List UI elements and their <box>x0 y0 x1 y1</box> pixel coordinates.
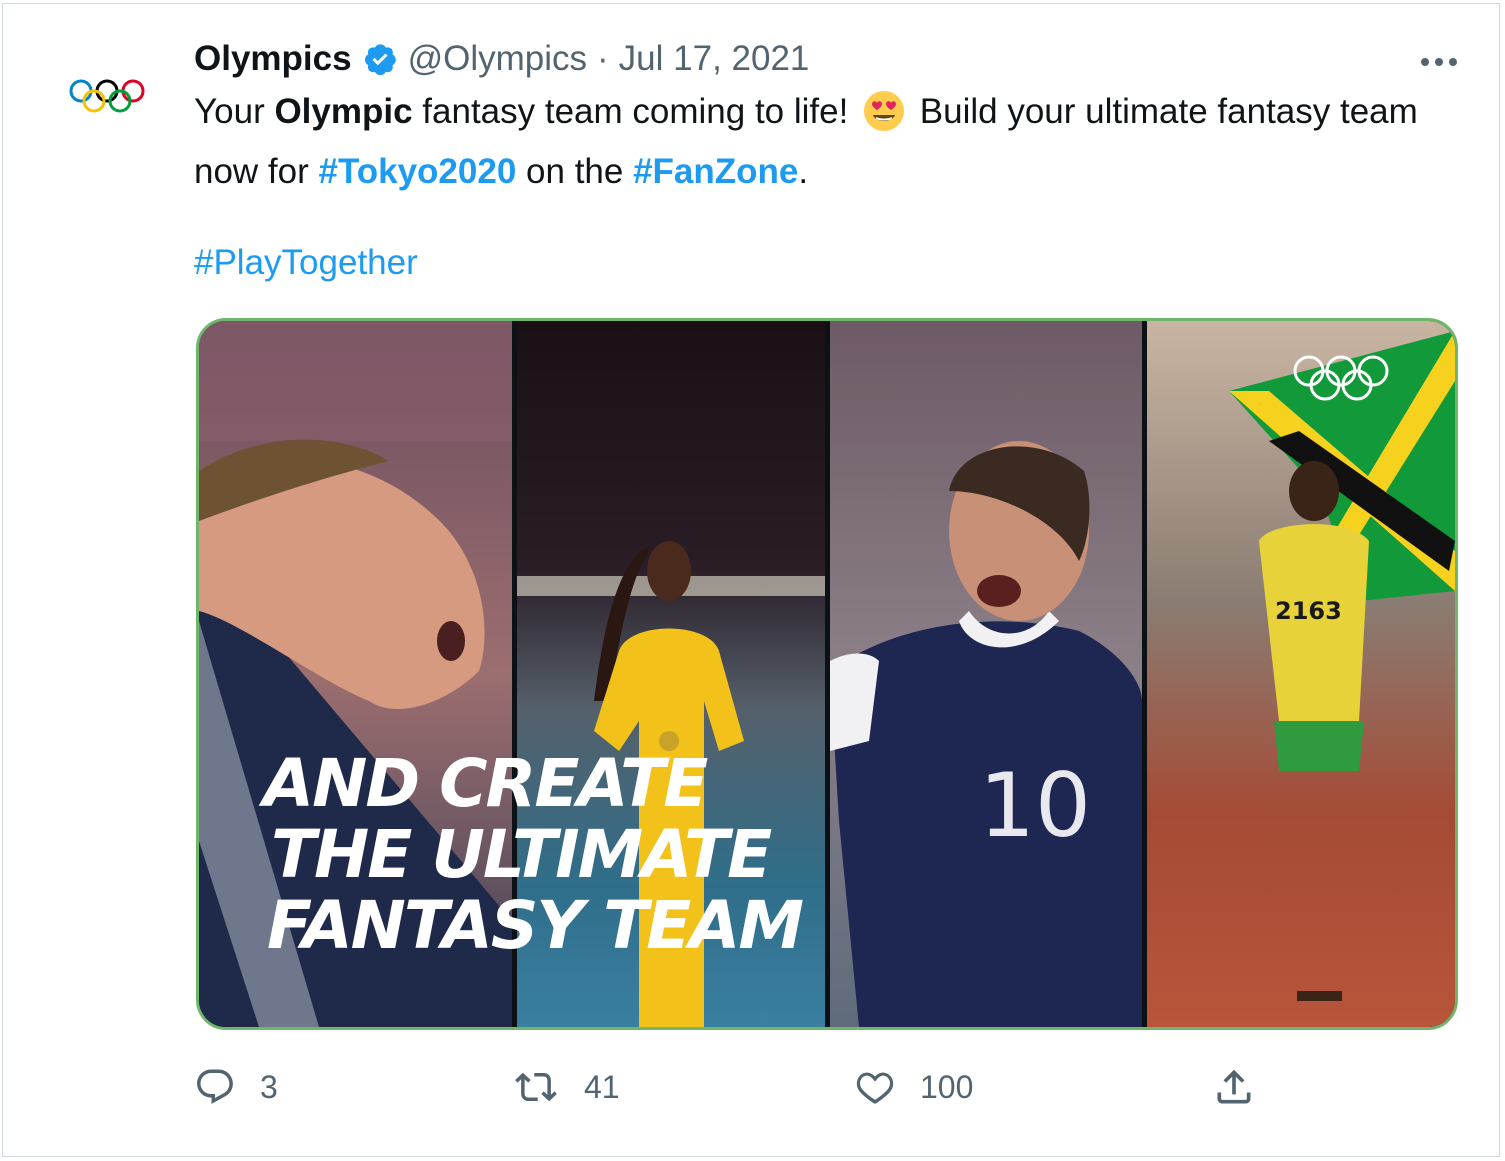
verified-badge-icon <box>362 41 398 77</box>
reply-count: 3 <box>260 1068 278 1105</box>
author-name[interactable]: Olympics <box>194 39 352 79</box>
author-handle[interactable]: @Olympics <box>408 39 587 79</box>
heart-eyes-emoji <box>862 89 906 147</box>
reply-button[interactable]: 3 <box>194 1060 278 1114</box>
more-icon[interactable] <box>1415 44 1463 80</box>
retweet-button[interactable]: 41 <box>512 1060 620 1114</box>
tweet-header: Olympics @Olympics · Jul 17, 2021 <box>194 35 809 83</box>
retweet-count: 41 <box>584 1068 620 1105</box>
olympic-rings-icon <box>69 79 145 113</box>
reply-icon <box>197 1069 233 1104</box>
tweet-text-bold: Olympic <box>274 92 413 131</box>
tweet-card: Olympics @Olympics · Jul 17, 2021 Your O… <box>2 3 1500 1157</box>
tweet-date[interactable]: Jul 17, 2021 <box>619 39 810 79</box>
tweet-text-part: fantasy team coming to life! <box>412 92 859 131</box>
tweet-text-part: on the <box>516 152 634 191</box>
media-video[interactable]: 10 2163 AND CREATE THE ULTIMATE FANTASY … <box>196 318 1458 1030</box>
retweet-icon <box>515 1072 557 1102</box>
media-panel-4 <box>1147 321 1455 1027</box>
media-panel-3 <box>830 321 1142 1027</box>
action-bar: 3 41 100 <box>194 1060 1274 1114</box>
hashtag-tokyo2020[interactable]: #Tokyo2020 <box>319 152 517 191</box>
overlay-text-line-3: FANTASY TEAM <box>267 887 803 964</box>
overlay-text-line-1: AND CREATE <box>258 745 708 822</box>
tweet-text: Your Olympic fantasy team coming to life… <box>194 87 1454 197</box>
overlay-text-line-2: THE ULTIMATE <box>271 816 772 893</box>
hashtag-fanzone[interactable]: #FanZone <box>633 152 798 191</box>
avatar[interactable] <box>47 37 167 157</box>
share-button[interactable] <box>1212 1060 1256 1114</box>
heart-icon <box>856 1072 894 1104</box>
like-count: 100 <box>920 1068 974 1105</box>
bib-number: 2163 <box>1275 597 1342 625</box>
like-button[interactable]: 100 <box>854 1060 973 1114</box>
hashtag-playtogether[interactable]: #PlayTogether <box>194 238 418 288</box>
tweet-text-part: Your <box>194 92 275 131</box>
jersey-number: 10 <box>979 754 1091 857</box>
media-collage: 10 2163 AND CREATE THE ULTIMATE FANTASY … <box>199 321 1455 1027</box>
share-icon <box>1217 1069 1251 1104</box>
tweet-text-part: . <box>798 152 809 191</box>
separator-dot: · <box>597 39 609 78</box>
